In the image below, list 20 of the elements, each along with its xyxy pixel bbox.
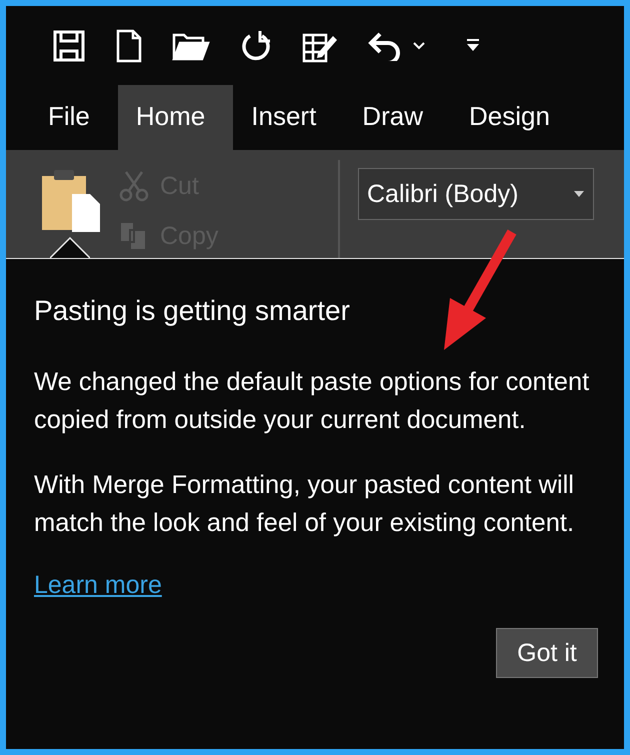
- callout-paragraph: We changed the default paste options for content copied from outside your current document.: [34, 367, 590, 436]
- learn-more-link[interactable]: Learn more: [34, 571, 162, 600]
- ribbon-tab[interactable]: Insert: [233, 85, 344, 150]
- document-icon[interactable]: [116, 28, 142, 62]
- callout-paragraph: With Merge Formatting, your pasted content will match the look and feel of your existing content.: [34, 470, 576, 539]
- paste-icon[interactable]: [40, 168, 102, 232]
- save-icon[interactable]: [52, 28, 86, 62]
- scissors-icon: [118, 170, 150, 202]
- ribbon-tab[interactable]: Design: [450, 85, 578, 150]
- ribbon-tab[interactable]: File: [30, 85, 118, 150]
- refresh-icon[interactable]: [240, 30, 272, 62]
- got-it-button[interactable]: Got it: [496, 628, 598, 678]
- customize-icon[interactable]: [466, 38, 480, 54]
- caret-icon[interactable]: [412, 40, 426, 50]
- ribbon-tab[interactable]: Draw: [344, 85, 451, 150]
- ribbon-tab[interactable]: Home: [118, 85, 234, 150]
- dropdown-caret-icon: [573, 190, 585, 198]
- undo-icon[interactable]: [368, 30, 402, 60]
- callout-title: Pasting is getting smarter: [34, 295, 351, 327]
- font-dropdown[interactable]: Calibri (Body): [358, 168, 594, 220]
